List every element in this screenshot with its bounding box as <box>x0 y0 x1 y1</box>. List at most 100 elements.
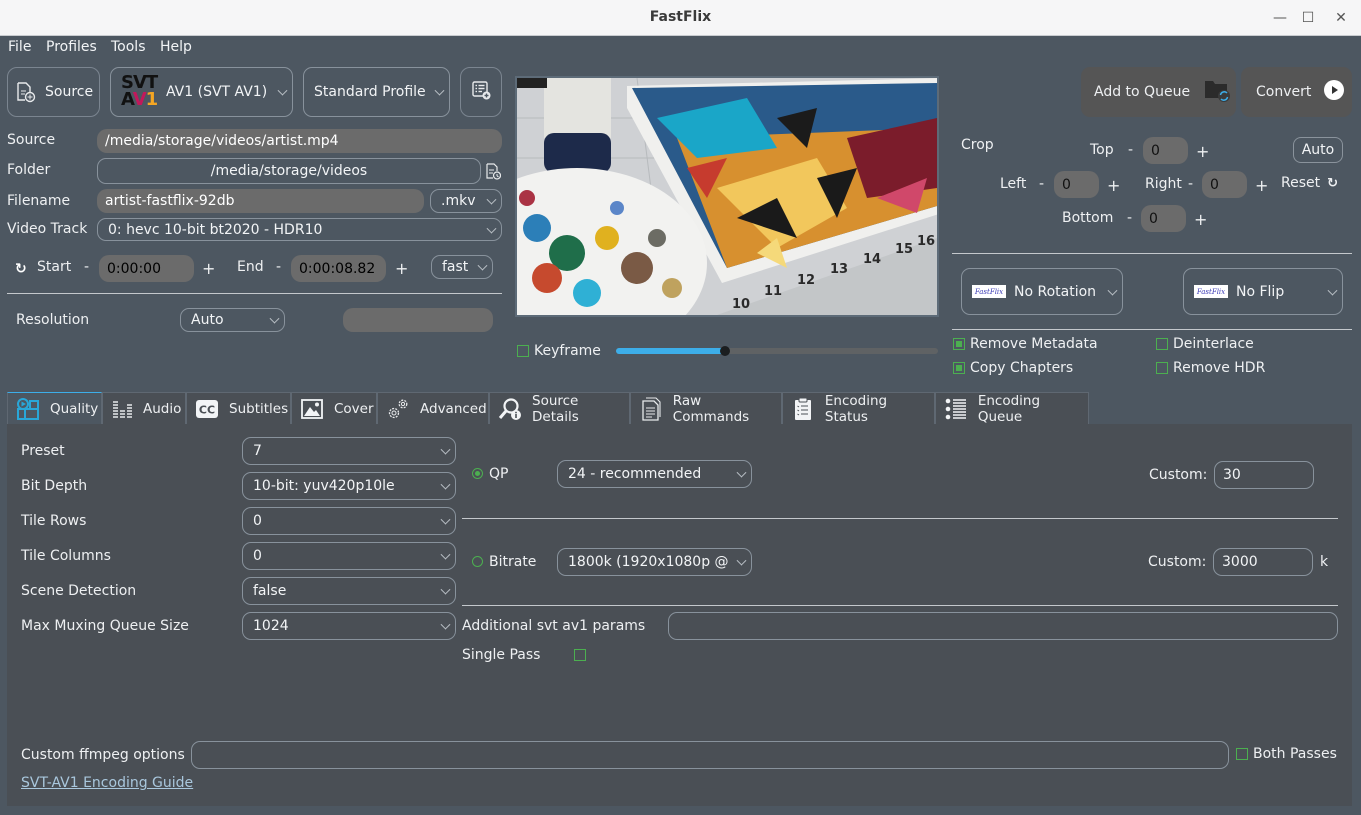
preview-timeline-slider[interactable] <box>616 346 938 356</box>
crop-left-decrement[interactable]: - <box>1039 176 1044 192</box>
start-increment-button[interactable]: + <box>202 259 215 278</box>
tab-source-details[interactable]: Source Details <box>489 392 630 425</box>
custom-resolution-field[interactable] <box>343 308 493 332</box>
crop-right-increment[interactable]: + <box>1255 176 1268 195</box>
crop-bottom-increment[interactable]: + <box>1194 210 1207 229</box>
profile-add-button[interactable] <box>460 67 502 117</box>
encoding-guide-link[interactable]: SVT-AV1 Encoding Guide <box>21 775 193 791</box>
preset-select[interactable]: 7 <box>242 437 456 465</box>
add-to-queue-button[interactable]: Add to Queue <box>1081 67 1236 117</box>
tab-audio[interactable]: Audio <box>102 392 186 424</box>
maximize-button[interactable]: ☐ <box>1298 8 1318 28</box>
bit-depth-select[interactable]: 10-bit: yuv420p10le <box>242 472 456 500</box>
preset-value: 7 <box>253 443 262 459</box>
end-time-field[interactable]: 0:00:08.82 <box>291 255 386 282</box>
copy-chapters-checkbox[interactable] <box>953 362 965 374</box>
resolution-select[interactable]: Auto <box>180 308 285 332</box>
max-muxing-select[interactable]: 1024 <box>242 612 456 640</box>
minimize-button[interactable]: — <box>1270 8 1290 28</box>
single-pass-checkbox[interactable] <box>574 649 586 661</box>
svt-av1-logo-icon: SVT AV1 <box>121 73 161 111</box>
filename-field[interactable]: artist-fastflix-92db <box>97 189 424 213</box>
ruler-number: 10 <box>732 297 750 312</box>
chevron-down-icon <box>440 444 451 455</box>
crop-right-decrement[interactable]: - <box>1188 176 1193 192</box>
keyframe-checkbox[interactable] <box>517 345 529 357</box>
crop-top-field[interactable]: 0 <box>1143 137 1188 164</box>
tab-advanced[interactable]: Advanced <box>377 392 489 424</box>
convert-button[interactable]: Convert <box>1241 67 1352 117</box>
end-increment-button[interactable]: + <box>395 259 408 278</box>
menu-tools[interactable]: Tools <box>111 39 146 55</box>
rotation-select[interactable]: FastFlix No Rotation <box>961 268 1123 315</box>
tab-quality[interactable]: Quality <box>7 392 102 424</box>
both-passes-checkbox[interactable] <box>1236 748 1248 760</box>
tile-columns-label: Tile Columns <box>21 548 111 564</box>
title-bar: FastFlix — ☐ ✕ <box>0 0 1361 36</box>
keyframe-label: Keyframe <box>534 343 601 359</box>
menu-profiles[interactable]: Profiles <box>46 39 97 55</box>
chevron-down-icon <box>477 260 488 271</box>
crop-left-field[interactable]: 0 <box>1054 171 1099 198</box>
crop-top-decrement[interactable]: - <box>1128 142 1133 158</box>
bitrate-custom-field[interactable]: 3000 <box>1213 548 1313 576</box>
folder-browse-icon[interactable] <box>485 163 502 184</box>
seek-mode-select[interactable]: fast <box>431 255 493 279</box>
search-info-icon <box>498 397 522 421</box>
menu-help[interactable]: Help <box>160 39 192 55</box>
tile-columns-value: 0 <box>253 548 262 564</box>
encoder-select[interactable]: SVT AV1 AV1 (SVT AV1) <box>110 67 293 117</box>
slider-handle[interactable] <box>720 346 731 356</box>
qp-radio[interactable] <box>472 468 483 479</box>
tab-subtitles[interactable]: CC Subtitles <box>186 392 291 424</box>
crop-bottom-decrement[interactable]: - <box>1127 210 1132 226</box>
tab-encoding-queue[interactable]: Encoding Queue <box>935 392 1089 425</box>
tile-columns-select[interactable]: 0 <box>242 542 456 570</box>
ruler-number: 16 <box>917 234 935 249</box>
extension-value: .mkv <box>441 193 476 209</box>
close-button[interactable]: ✕ <box>1331 8 1351 28</box>
preview-image: 10 11 12 13 14 15 16 <box>517 78 937 315</box>
chevron-down-icon <box>1107 285 1118 296</box>
video-track-select[interactable]: 0: hevc 10-bit bt2020 - HDR10 <box>97 218 502 241</box>
clipboard-icon <box>791 397 815 421</box>
tab-raw-commands[interactable]: Raw Commands <box>630 392 782 425</box>
profile-select[interactable]: Standard Profile <box>303 67 450 117</box>
video-preview: 10 11 12 13 14 15 16 <box>515 76 939 317</box>
crop-right-field[interactable]: 0 <box>1202 171 1247 198</box>
reset-time-icon[interactable]: ↻ <box>15 261 27 277</box>
chevron-down-icon <box>277 85 288 96</box>
flip-select[interactable]: FastFlix No Flip <box>1183 268 1343 315</box>
folder-field[interactable]: /media/storage/videos <box>97 158 481 184</box>
deinterlace-checkbox[interactable] <box>1156 338 1168 350</box>
qp-custom-field[interactable]: 30 <box>1214 461 1314 489</box>
start-decrement-button[interactable]: - <box>84 259 89 275</box>
bitrate-select[interactable]: 1800k (1920x1080p @ <box>557 548 752 576</box>
crop-label: Crop <box>961 137 994 153</box>
tab-cover[interactable]: Cover <box>291 392 377 424</box>
crop-bottom-field[interactable]: 0 <box>1141 205 1186 232</box>
chevron-down-icon <box>440 514 451 525</box>
source-button[interactable]: Source <box>7 67 100 117</box>
scene-detection-select[interactable]: false <box>242 577 456 605</box>
resolution-value: Auto <box>191 312 224 328</box>
extension-select[interactable]: .mkv <box>430 189 502 213</box>
flip-value: No Flip <box>1236 283 1285 300</box>
tab-encoding-status[interactable]: Encoding Status <box>782 392 935 425</box>
remove-metadata-checkbox[interactable] <box>953 338 965 350</box>
tile-rows-select[interactable]: 0 <box>242 507 456 535</box>
start-time-field[interactable]: 0:00:00 <box>99 255 194 282</box>
remove-hdr-checkbox[interactable] <box>1156 362 1168 374</box>
end-decrement-button[interactable]: - <box>276 259 281 275</box>
crop-auto-button[interactable]: Auto <box>1293 137 1343 163</box>
qp-value: 24 - recommended <box>568 466 702 482</box>
bitrate-radio[interactable] <box>472 556 483 567</box>
ffmpeg-options-field[interactable] <box>191 741 1229 769</box>
crop-top-increment[interactable]: + <box>1196 142 1209 161</box>
qp-select[interactable]: 24 - recommended <box>557 460 752 488</box>
crop-reset-button[interactable]: Reset ↻ <box>1281 175 1338 191</box>
menu-file[interactable]: File <box>8 39 31 55</box>
source-path-field[interactable]: /media/storage/videos/artist.mp4 <box>97 129 502 153</box>
additional-params-field[interactable] <box>668 612 1338 640</box>
crop-left-increment[interactable]: + <box>1107 176 1120 195</box>
